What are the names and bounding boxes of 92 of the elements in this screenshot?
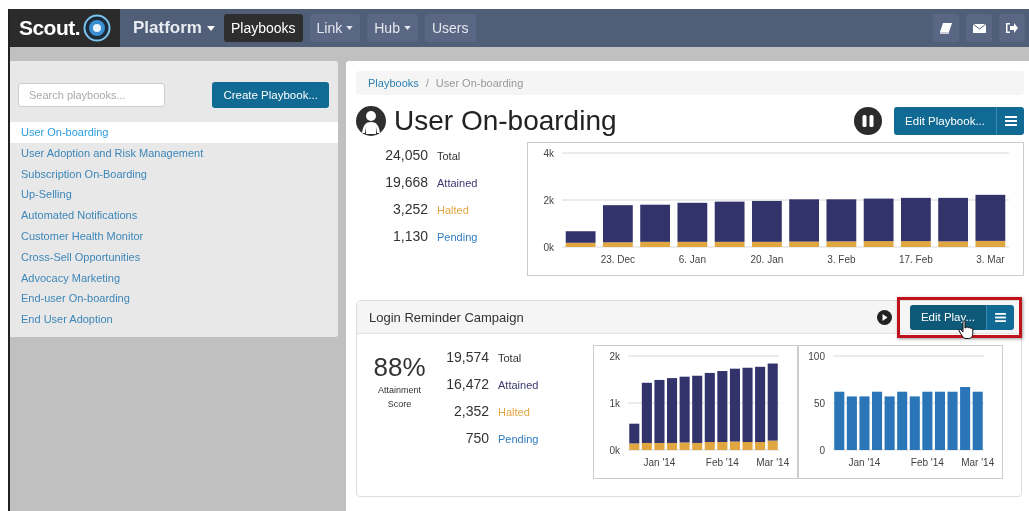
stat-value: 750 (464, 430, 489, 446)
playbook-list-item[interactable]: User On-boarding (10, 122, 338, 143)
user-icon (356, 106, 386, 136)
logout-icon (1006, 23, 1018, 33)
axis-label: 3. Feb (827, 254, 856, 265)
bar (872, 391, 883, 450)
playbook-list-item[interactable]: Customer Health Monitor (10, 226, 338, 247)
axis-label: 100 (808, 351, 825, 362)
playbook-list-item[interactable]: User Adoption and Risk Management (10, 142, 338, 164)
axis-label: Jan '14 (848, 457, 881, 468)
axis-label: 20. Jan (750, 254, 784, 265)
bar (922, 391, 933, 450)
bar (859, 396, 870, 450)
stat-label: Attained (437, 177, 478, 189)
caret-icon (206, 25, 215, 31)
stat-label: Total (437, 150, 461, 162)
breadcrumb-item[interactable]: Playbooks (368, 77, 419, 89)
axis-label: Feb '14 (705, 457, 739, 468)
axis-label: 0 (819, 445, 825, 456)
create-playbook-button[interactable]: Create Playbook... (212, 82, 329, 108)
axis-label: 23. Dec (600, 254, 636, 265)
book-button[interactable] (933, 14, 959, 42)
stat-label: Total (498, 352, 522, 364)
breadcrumb-item: User On-boarding (435, 77, 524, 89)
playbook-list-item[interactable]: End-user On-boarding (10, 288, 338, 310)
axis-label: Jan '14 (643, 457, 676, 468)
book-icon (940, 22, 952, 34)
menu-icon (1004, 116, 1017, 126)
playbook-list-item[interactable]: Automated Notifications (10, 205, 338, 226)
axis-label: 6. Jan (678, 254, 706, 265)
stat-label: Halted (498, 406, 530, 418)
axis-label: 2k (543, 195, 554, 206)
axis-label: 1k (609, 398, 620, 409)
edit-play-button[interactable]: Edit Play... (909, 304, 986, 330)
playbook-list-item[interactable]: Cross-Sell Opportunities (10, 246, 338, 268)
bar (834, 391, 845, 450)
stat-label: Attained (498, 379, 539, 391)
mail-icon (972, 23, 986, 33)
nav-item[interactable]: Users (424, 14, 476, 42)
nav-item[interactable]: Hub (367, 14, 418, 42)
logo-icon (83, 14, 112, 42)
bar (960, 387, 971, 450)
bar (846, 396, 857, 450)
stat-value: 19,668 (384, 174, 428, 190)
playbook-list-item[interactable]: Advocacy Marketing (10, 267, 338, 289)
axis-label: Feb '14 (910, 457, 944, 468)
bar (884, 396, 895, 450)
play-button[interactable] (876, 309, 892, 325)
score-label: Attainment Score (377, 384, 422, 411)
stat-value: 24,050 (384, 147, 428, 163)
campaign-title: Login Reminder Campaign (369, 309, 524, 325)
score-value: 88% (373, 352, 426, 383)
menu-button[interactable] (996, 107, 1024, 135)
playbook-list-item[interactable]: Up-Selling (10, 184, 338, 206)
bar (909, 396, 920, 450)
mail-button[interactable] (966, 14, 992, 42)
search-field[interactable]: Search playbooks... (18, 83, 165, 107)
stat-value: 19,574 (445, 349, 489, 365)
bar (897, 391, 908, 450)
stat-value: 2,352 (452, 403, 489, 419)
separator: / (425, 77, 429, 89)
stat-value: 1,130 (391, 228, 428, 244)
axis-label: 0k (543, 242, 554, 253)
nav-item[interactable]: Link (309, 14, 361, 42)
play-icon (876, 309, 892, 325)
stat-label: Pending (498, 433, 539, 445)
axis-label: Mar '14 (756, 457, 790, 468)
axis-label: 17. Feb (898, 254, 933, 265)
bar (972, 391, 983, 450)
playbook-title: User On-boarding (394, 105, 617, 137)
pause-icon (854, 107, 883, 135)
menu-button[interactable] (986, 304, 1014, 330)
axis-label: 50 (813, 398, 825, 409)
axis-label: 0k (609, 445, 620, 456)
stat-label: Pending (437, 231, 478, 243)
menu-icon (995, 312, 1006, 322)
playbook-list-item[interactable]: Subscription On-Boarding (10, 163, 338, 185)
logo-text: Scout. (18, 16, 81, 40)
playbook-list-item[interactable]: End User Adoption (10, 309, 338, 330)
nav-item[interactable]: Playbooks (223, 14, 303, 42)
pause-button[interactable] (854, 107, 883, 135)
axis-label: 3. Mar (976, 254, 1005, 265)
bar (947, 391, 958, 450)
stat-label: Halted (437, 204, 469, 216)
logout-button[interactable] (999, 14, 1025, 42)
bar (934, 391, 945, 450)
stat-value: 3,252 (391, 201, 428, 217)
axis-label: 2k (609, 351, 620, 362)
axis-label: Mar '14 (961, 457, 995, 468)
edit-playbook-button[interactable]: Edit Playbook... (894, 107, 996, 135)
axis-label: 4k (543, 148, 554, 159)
product-menu[interactable]: Platform (127, 18, 217, 38)
